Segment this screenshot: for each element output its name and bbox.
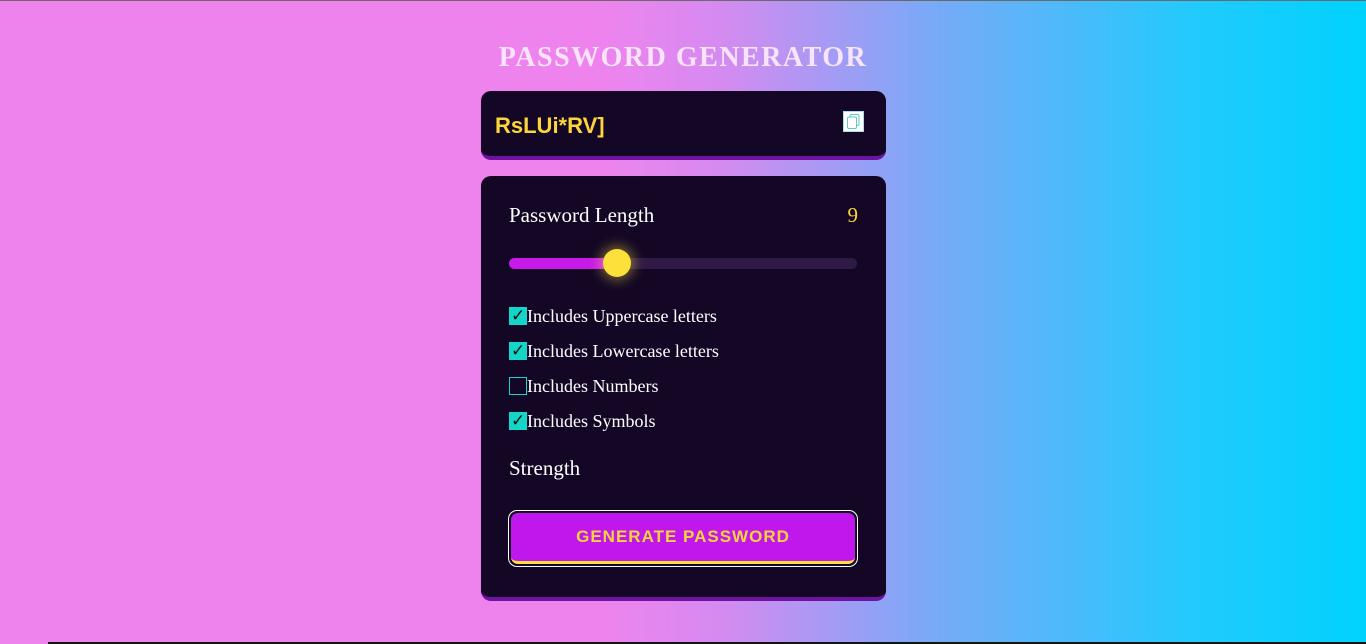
option-symbols[interactable]: ✓ Includes Symbols bbox=[509, 411, 656, 431]
password-text: RsLUi*RV] bbox=[495, 113, 605, 138]
generate-password-button[interactable]: GENERATE PASSWORD bbox=[508, 510, 858, 567]
check-icon: ✓ bbox=[511, 411, 526, 431]
password-display: RsLUi*RV] bbox=[481, 91, 886, 160]
copy-button[interactable] bbox=[843, 111, 864, 132]
page-title: PASSWORD GENERATOR bbox=[498, 42, 868, 73]
settings-card: Password Length 9 ✓ Includes Uppercase l… bbox=[481, 176, 886, 601]
length-label: Password Length bbox=[509, 203, 655, 227]
option-lowercase[interactable]: ✓ Includes Lowercase letters bbox=[509, 341, 719, 361]
strength-label: Strength bbox=[509, 456, 581, 480]
top-border bbox=[0, 0, 1366, 1]
generate-password-label: GENERATE PASSWORD bbox=[511, 513, 855, 564]
length-slider[interactable] bbox=[509, 249, 857, 277]
numbers-checkbox[interactable] bbox=[509, 377, 527, 395]
check-icon: ✓ bbox=[511, 341, 526, 361]
symbols-checkbox[interactable]: ✓ bbox=[509, 412, 527, 430]
uppercase-label: Includes Uppercase letters bbox=[527, 305, 717, 326]
check-icon: ✓ bbox=[511, 306, 526, 326]
lowercase-label: Includes Lowercase letters bbox=[527, 340, 719, 361]
option-uppercase[interactable]: ✓ Includes Uppercase letters bbox=[509, 306, 717, 326]
copy-icon bbox=[847, 114, 860, 129]
numbers-label: Includes Numbers bbox=[527, 375, 659, 396]
option-numbers[interactable]: Includes Numbers bbox=[509, 376, 658, 396]
symbols-label: Includes Symbols bbox=[527, 410, 656, 431]
lowercase-checkbox[interactable]: ✓ bbox=[509, 342, 527, 360]
slider-thumb[interactable] bbox=[602, 249, 631, 277]
slider-fill bbox=[509, 258, 617, 269]
uppercase-checkbox[interactable]: ✓ bbox=[509, 307, 527, 325]
length-value: 9 bbox=[847, 203, 859, 227]
